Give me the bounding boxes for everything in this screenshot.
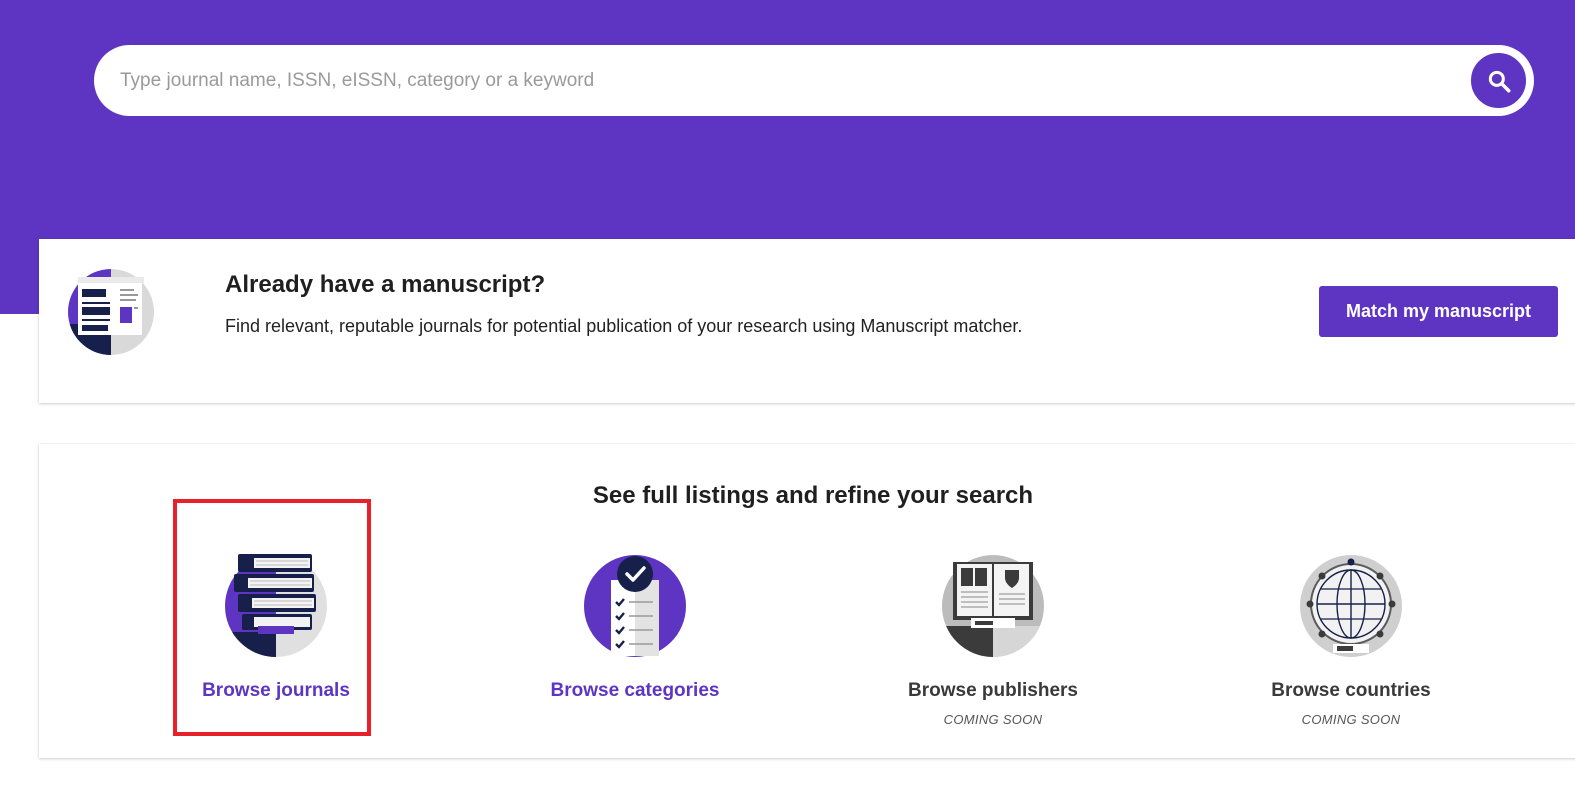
browse-publishers: Browse publishers COMING SOON [873,554,1113,727]
browse-publishers-label: Browse publishers [908,680,1078,701]
manuscript-description: Find relevant, reputable journals for po… [225,316,1023,336]
search-input[interactable] [94,45,1534,116]
books-stack-icon [225,554,327,657]
search-button[interactable] [1468,50,1529,111]
browse-categories[interactable]: Browse categories [515,554,755,702]
browse-heading: See full listings and refine your search [592,482,1034,509]
search-icon [1488,70,1510,92]
match-manuscript-button[interactable]: Match my manuscript [1319,286,1558,337]
browse-journals-label[interactable]: Browse journals [156,680,396,702]
manuscript-matcher-card: Already have a manuscript? Find relevant… [39,239,1575,403]
manuscript-icon [68,269,154,355]
coming-soon-label: COMING SOON [943,712,1043,727]
globe-icon [1300,555,1402,657]
browse-categories-label[interactable]: Browse categories [515,680,755,702]
browse-journals[interactable]: Browse journals [156,554,396,702]
search-bar [94,45,1534,116]
checklist-icon [584,555,686,657]
browse-countries-label: Browse countries [1271,680,1431,701]
coming-soon-label: COMING SOON [1301,712,1401,727]
manuscript-title: Already have a manuscript? [225,271,546,298]
browse-countries: Browse countries COMING SOON [1231,554,1471,727]
publisher-book-icon [942,555,1044,657]
browse-card: See full listings and refine your search… [39,444,1575,758]
